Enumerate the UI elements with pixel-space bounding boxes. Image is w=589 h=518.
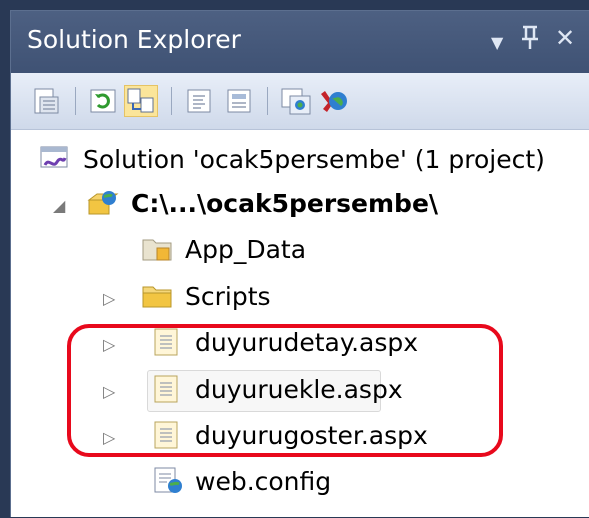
annotation-highlight-box [67, 324, 503, 457]
solution-explorer-panel: Solution Explorer ▼ ✕ Solution 'ocak5per… [10, 10, 589, 517]
panel-titlebar: Solution Explorer ▼ ✕ [11, 11, 589, 73]
project-label: C:\...\ocak5persembe\ [131, 188, 439, 218]
tree-item-project[interactable]: C:\...\ocak5persembe\ [87, 183, 438, 223]
refresh-icon[interactable] [87, 85, 121, 117]
solution-icon [39, 144, 71, 174]
folder-icon [141, 281, 173, 311]
expand-arrow-icon[interactable]: ▷ [103, 289, 115, 308]
view-designer-icon[interactable] [223, 85, 257, 117]
view-code-icon[interactable] [183, 85, 217, 117]
properties-icon[interactable] [31, 85, 65, 117]
tree-item-solution[interactable]: Solution 'ocak5persembe' (1 project) [39, 139, 545, 179]
tree-item-app-data[interactable]: App_Data [141, 229, 306, 269]
close-icon[interactable]: ✕ [555, 23, 575, 53]
dropdown-icon[interactable]: ▼ [491, 28, 503, 58]
toolbar-separator [171, 87, 172, 115]
tree-item-label: web.config [195, 466, 332, 496]
panel-toolbar [11, 73, 589, 130]
tree-item-scripts[interactable]: Scripts [141, 276, 271, 316]
website-project-icon [87, 188, 119, 218]
folder-data-icon [141, 234, 173, 264]
solution-label: Solution 'ocak5persembe' (1 project) [83, 144, 545, 174]
config-file-icon [151, 466, 183, 496]
collapse-arrow-icon[interactable]: ◢ [53, 196, 65, 215]
toolbar-separator [267, 87, 268, 115]
tree-item-label: App_Data [185, 234, 307, 264]
tree-item-label: Scripts [185, 281, 271, 311]
nest-related-files-icon[interactable] [124, 85, 158, 117]
aspnet-configuration-icon[interactable] [317, 85, 351, 117]
toolbar-separator [75, 87, 76, 115]
panel-title: Solution Explorer [27, 25, 241, 54]
copy-website-icon[interactable] [279, 85, 313, 117]
pin-icon[interactable] [521, 23, 539, 58]
tree-item-web-config[interactable]: web.config [151, 461, 331, 501]
